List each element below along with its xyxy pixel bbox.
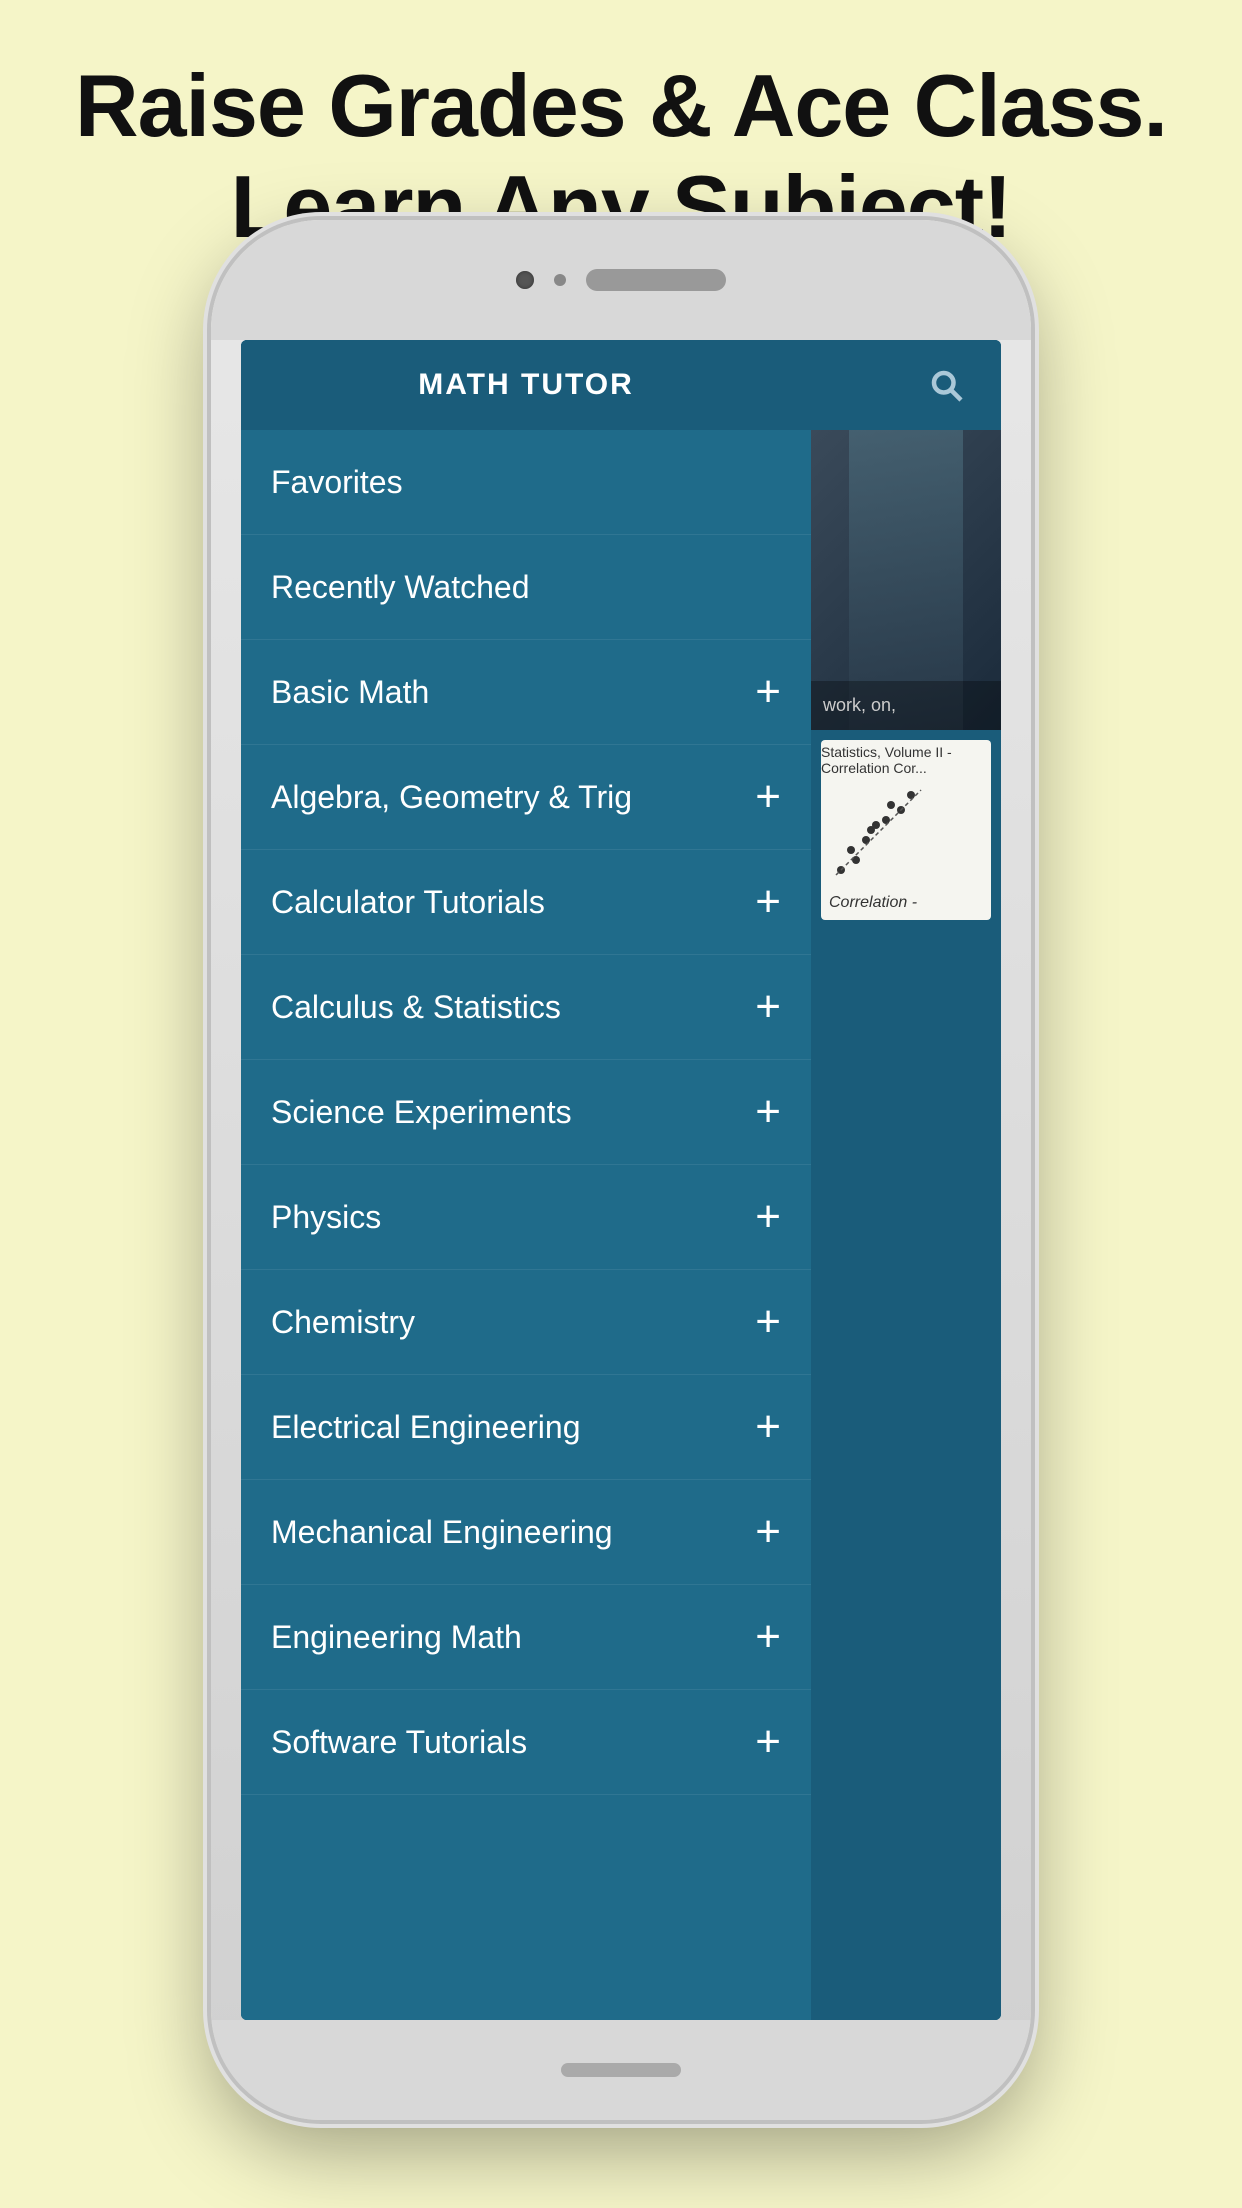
menu-item-electrical[interactable]: Electrical Engineering + <box>241 1375 811 1480</box>
menu-item-label: Algebra, Geometry & Trig <box>271 779 632 816</box>
expand-icon: + <box>755 1615 781 1659</box>
search-button[interactable] <box>921 360 971 410</box>
expand-icon: + <box>755 1720 781 1764</box>
home-button-bar <box>561 2063 681 2077</box>
chart-label: Correlation - <box>829 894 917 912</box>
menu-item-label: Mechanical Engineering <box>271 1514 613 1551</box>
thumbnail-description: work, on, <box>823 693 989 718</box>
menu-item-eng-math[interactable]: Engineering Math + <box>241 1585 811 1690</box>
phone-top-bar <box>211 220 1031 340</box>
main-content-area: work, on, Statistics, Volume II - Correl… <box>811 430 1001 2020</box>
menu-item-label: Recently Watched <box>271 569 529 606</box>
menu-title: MATH TUTOR <box>418 368 634 402</box>
menu-item-label: Electrical Engineering <box>271 1409 581 1446</box>
phone-bottom-bar <box>211 2020 1031 2120</box>
menu-item-science[interactable]: Science Experiments + <box>241 1060 811 1165</box>
menu-item-label: Chemistry <box>271 1304 415 1341</box>
front-camera <box>516 271 534 289</box>
expand-icon: + <box>755 1195 781 1239</box>
menu-item-label: Physics <box>271 1199 381 1236</box>
menu-item-calculus[interactable]: Calculus & Statistics + <box>241 955 811 1060</box>
phone-screen: MATH TUTOR <box>241 340 1001 2020</box>
expand-icon: + <box>755 1300 781 1344</box>
expand-icon: + <box>755 1405 781 1449</box>
expand-icon: + <box>755 775 781 819</box>
expand-icon: + <box>755 1510 781 1554</box>
scatter-svg <box>821 760 991 900</box>
app-screen: MATH TUTOR <box>241 340 1001 2020</box>
menu-header: MATH TUTOR <box>241 340 811 430</box>
menu-item-label: Software Tutorials <box>271 1724 527 1761</box>
menu-item-list: Favorites Recently Watched Basic Math + … <box>241 430 811 2020</box>
expand-icon: + <box>755 670 781 714</box>
menu-item-software[interactable]: Software Tutorials + <box>241 1690 811 1795</box>
menu-item-label: Basic Math <box>271 674 429 711</box>
menu-item-chemistry[interactable]: Chemistry + <box>241 1270 811 1375</box>
chart-title: Statistics, Volume II - Correlation Cor.… <box>821 744 987 776</box>
speaker-grille <box>586 269 726 291</box>
video-thumbnail-2[interactable]: Statistics, Volume II - Correlation Cor.… <box>811 730 1001 930</box>
scatter-chart: Statistics, Volume II - Correlation Cor.… <box>821 740 991 920</box>
menu-item-favorites[interactable]: Favorites <box>241 430 811 535</box>
video-thumbnail-1[interactable]: work, on, <box>811 430 1001 730</box>
menu-item-basic-math[interactable]: Basic Math + <box>241 640 811 745</box>
menu-item-physics[interactable]: Physics + <box>241 1165 811 1270</box>
expand-icon: + <box>755 1090 781 1134</box>
side-menu: MATH TUTOR Favorites Recently Watched Ba… <box>241 340 811 2020</box>
sensor-dot <box>554 274 566 286</box>
menu-item-label: Calculus & Statistics <box>271 989 561 1026</box>
menu-item-recently-watched[interactable]: Recently Watched <box>241 535 811 640</box>
menu-item-label: Favorites <box>271 464 403 501</box>
menu-item-label: Calculator Tutorials <box>271 884 545 921</box>
thumbnail-text-overlay: work, on, <box>811 681 1001 730</box>
search-icon <box>928 367 964 403</box>
menu-item-algebra[interactable]: Algebra, Geometry & Trig + <box>241 745 811 850</box>
phone-frame: MATH TUTOR <box>211 220 1031 2120</box>
menu-item-calculator[interactable]: Calculator Tutorials + <box>241 850 811 955</box>
expand-icon: + <box>755 880 781 924</box>
menu-item-mechanical[interactable]: Mechanical Engineering + <box>241 1480 811 1585</box>
menu-item-label: Science Experiments <box>271 1094 572 1131</box>
expand-icon: + <box>755 985 781 1029</box>
menu-item-label: Engineering Math <box>271 1619 522 1656</box>
